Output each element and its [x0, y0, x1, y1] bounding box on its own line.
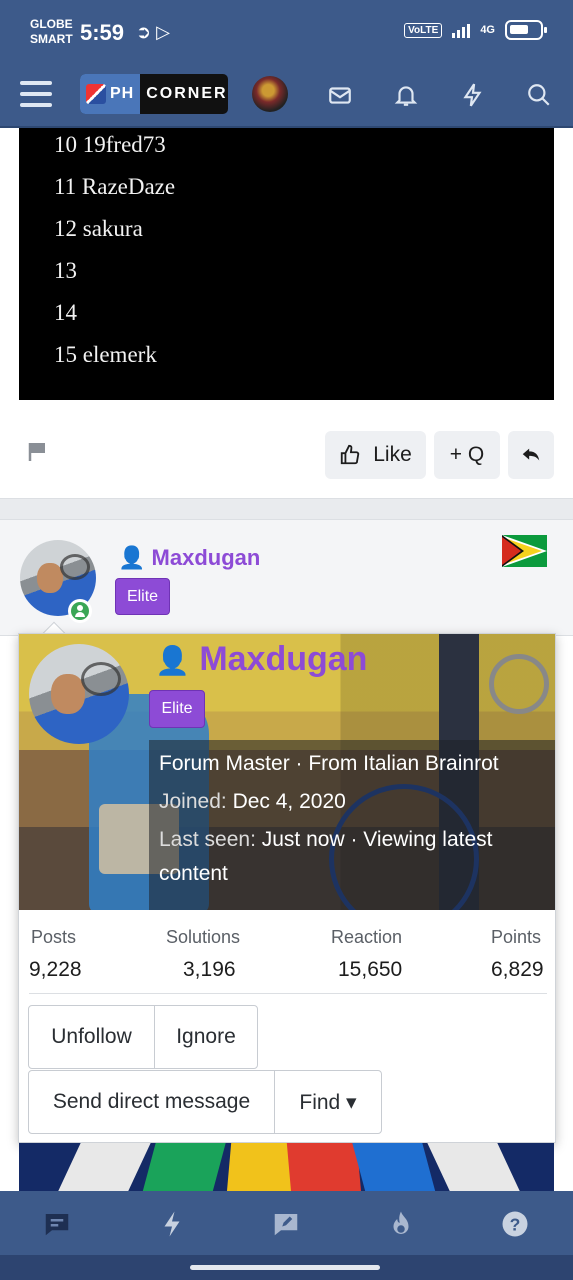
notification-icons: ➲ ▷	[136, 22, 170, 42]
stat-label: Posts	[31, 927, 77, 947]
find-dropdown-button[interactable]: Find ▾	[274, 1070, 382, 1134]
reply-button[interactable]	[508, 431, 554, 479]
card-username[interactable]: 👤 Maxdugan	[155, 640, 367, 679]
stat-value[interactable]: 9,228	[29, 958, 82, 982]
help-icon[interactable]: ?	[498, 1207, 532, 1241]
cube-icon	[86, 84, 106, 104]
list-item: 12 sakura	[54, 216, 143, 241]
stat-value[interactable]: 15,650	[338, 958, 402, 982]
battery-icon	[505, 20, 547, 40]
member-tooltip-card: 👤 Maxdugan Elite Forum Master · From Ita…	[18, 633, 556, 1143]
stat-label: Reaction	[331, 927, 403, 947]
search-icon[interactable]	[524, 80, 554, 110]
post-separator	[0, 498, 573, 520]
lightning-icon[interactable]	[458, 80, 488, 110]
write-icon[interactable]	[269, 1207, 303, 1241]
stat-value[interactable]: 6,829	[491, 958, 544, 982]
report-flag-icon[interactable]	[26, 440, 50, 464]
list-item: 14	[54, 300, 77, 325]
fire-icon[interactable]	[384, 1207, 418, 1241]
elite-user-icon: 👤	[118, 545, 146, 570]
spin-wheel-image	[19, 1143, 554, 1191]
network-type: 4G	[480, 24, 495, 36]
svg-text:?: ?	[510, 1214, 521, 1234]
like-button[interactable]: Like	[325, 431, 426, 479]
user-avatar[interactable]	[252, 76, 288, 112]
chat-icon[interactable]	[40, 1207, 74, 1241]
last-seen: Last seen: Just now · Viewing latest	[159, 828, 493, 851]
stat-label: Points	[491, 927, 542, 947]
list-item: 10 19fred73	[54, 132, 166, 157]
thumbs-up-icon	[341, 444, 360, 465]
reply-icon	[522, 448, 540, 461]
status-bar: GLOBE SMART 5:59 ➲ ▷ VoLTE 4G	[0, 0, 573, 62]
volte-indicator: VoLTE	[404, 22, 443, 38]
list-item: 15 elemerk	[54, 342, 157, 367]
bell-icon[interactable]	[391, 80, 421, 110]
stat-value[interactable]: 3,196	[183, 958, 236, 982]
lightning-icon[interactable]	[155, 1207, 189, 1241]
user-badge: Elite	[115, 578, 170, 615]
ignore-button[interactable]: Ignore	[154, 1005, 258, 1069]
guyana-flag-icon	[502, 535, 547, 567]
list-item: 13	[54, 258, 77, 283]
bottom-nav: ?	[0, 1191, 573, 1255]
elite-user-icon: 👤	[155, 645, 190, 676]
status-right: VoLTE 4G	[404, 20, 547, 40]
post-image-list: 10 19fred73 11 RazeDaze 12 sakura 13 14 …	[19, 128, 554, 400]
quote-button[interactable]: + Q	[434, 431, 500, 479]
online-status-icon	[68, 599, 92, 623]
menu-icon[interactable]	[20, 81, 52, 107]
post-author-name[interactable]: 👤 Maxdugan	[118, 545, 260, 571]
envelope-icon[interactable]	[325, 80, 355, 110]
gesture-bar	[0, 1255, 573, 1280]
divider	[29, 993, 547, 994]
card-user-badge: Elite	[149, 690, 205, 728]
site-logo[interactable]: PH CORNER	[80, 74, 228, 114]
unfollow-button[interactable]: Unfollow	[28, 1005, 155, 1069]
carrier: GLOBE SMART	[30, 17, 73, 46]
joined-date: Joined: Dec 4, 2020	[159, 790, 346, 813]
profile-banner: 👤 Maxdugan Elite Forum Master · From Ita…	[19, 634, 555, 910]
top-nav: PH CORNER	[0, 62, 573, 128]
signal-icon	[452, 22, 471, 38]
send-direct-message-button[interactable]: Send direct message	[28, 1070, 275, 1134]
last-seen-continued: content	[159, 862, 228, 885]
stat-label: Solutions	[166, 927, 241, 947]
user-title: Forum Master · From Italian Brainrot	[159, 752, 499, 775]
list-item: 11 RazeDaze	[54, 174, 176, 199]
clock: 5:59	[80, 20, 125, 45]
card-avatar[interactable]	[29, 644, 129, 744]
